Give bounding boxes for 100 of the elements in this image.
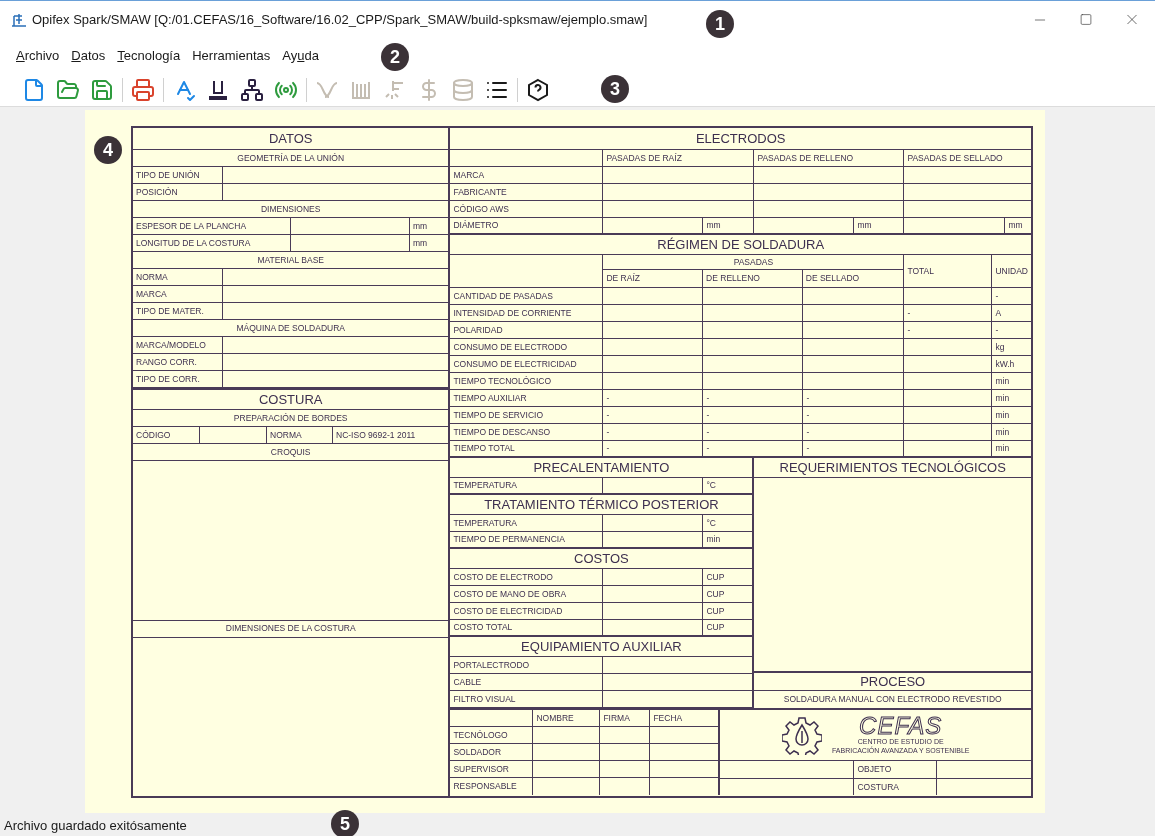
cell-value: - (606, 444, 610, 453)
app-icon (10, 11, 28, 28)
field-label: TIEMPO AUXILIAR (453, 393, 527, 403)
field-label: TIPO DE UNIÓN (136, 170, 200, 180)
unit-label: A (995, 308, 1002, 318)
field-label: MARCA/MODELO (136, 340, 206, 350)
section-title: COSTOS (574, 552, 629, 565)
unit-label: mm (413, 238, 428, 248)
status-message: Archivo guardado exitósamente (4, 816, 187, 835)
field-label: TIEMPO DE PERMANENCIA (453, 535, 565, 544)
column-header: DE RELLENO (706, 274, 760, 283)
network-icon[interactable] (240, 77, 264, 102)
unit-label: mm (706, 221, 721, 230)
field-label: TEMPERATURA (453, 518, 517, 528)
unit-label: min (995, 444, 1010, 453)
section-title: RÉGIMEN DE SOLDADURA (657, 238, 825, 251)
field-label: OBJETO (857, 765, 892, 774)
column-header: DE RAÍZ (606, 274, 640, 283)
field-label: SUPERVISOR (453, 764, 509, 774)
field-label: CANTIDAD DE PASADAS (453, 291, 553, 301)
unit-label: mm (1008, 221, 1023, 230)
section-title: TRATAMIENTO TÉRMICO POSTERIOR (484, 498, 719, 511)
unit-label: CUP (706, 606, 725, 616)
gear-logo-icon (781, 715, 822, 755)
cell-value: - (806, 393, 810, 403)
field-label: CÓDIGO (136, 430, 171, 440)
field-label: COSTO DE ELECTRICIDAD (453, 606, 563, 616)
window-title: Opifex Spark/SMAW [Q:/01.CEFAS/16_Software/16.02_CPP/Spark_SMAW/build-spksmaw/ejemplo.smaw] (32, 10, 648, 29)
unit-label: kW.h (995, 359, 1015, 369)
section-title: ELECTRODOS (695, 132, 786, 145)
open-folder-icon[interactable] (56, 77, 80, 102)
unit-label: mm (857, 221, 872, 230)
field-label: COSTURA (857, 782, 899, 791)
cell-value: - (806, 427, 810, 437)
field-label: TIEMPO TOTAL (453, 444, 515, 453)
unit-label: - (995, 291, 999, 301)
section-title: GEOMETRÍA DE LA UNIÓN (237, 153, 345, 163)
section-title: DIMENSIONES (260, 204, 321, 214)
cell-value: - (606, 393, 610, 403)
column-header: FECHA (653, 713, 683, 723)
unit-label: mm (413, 221, 428, 231)
field-label: SOLDADOR (453, 747, 502, 757)
field-label: COSTO DE MANO DE OBRA (453, 589, 567, 599)
field-label: TIPO DE MATER. (136, 306, 204, 316)
field-label: TIEMPO DE DESCANSO (453, 427, 551, 437)
field-label: TIEMPO DE SERVICIO (453, 410, 543, 420)
cell-value: - (706, 427, 710, 437)
section-title: MÁQUINA DE SOLDADURA (236, 323, 345, 333)
field-label: TIEMPO TECNOLÓGICO (453, 376, 551, 386)
field-label: CONSUMO DE ELECTRICIDAD (453, 359, 577, 369)
field-label: FABRICANTE (453, 187, 507, 197)
field-label: COSTO DE ELECTRODO (453, 572, 553, 582)
column-header: UNIDAD (995, 266, 1028, 276)
menu-item[interactable]: Archivo (10, 45, 66, 66)
field-label: TIPO DE CORR. (136, 374, 200, 384)
menu-item[interactable]: Herramientas (186, 45, 277, 66)
cell-value: - (606, 427, 610, 437)
field-label: RESPONSABLE (453, 782, 517, 791)
column-header: PASADAS DE RELLENO (757, 153, 854, 163)
column-header: DE SELLADO (805, 274, 860, 283)
help-icon[interactable] (526, 77, 550, 102)
column-header: FIRMA (603, 713, 630, 723)
cell-value: - (806, 410, 810, 420)
section-title: REQUERIMIENTOS TECNOLÓGICOS (779, 461, 1006, 474)
unit-label: min (995, 427, 1010, 437)
menu-item[interactable]: Ayuda (276, 45, 325, 66)
field-label: TEMPERATURA (453, 481, 517, 490)
field-label: COSTO TOTAL (453, 623, 513, 632)
field-label: NORMA (270, 430, 302, 440)
cell-value: - (706, 410, 710, 420)
field-label: LONGITUD DE LA COSTURA (136, 238, 251, 248)
section-title: PREPARACIÓN DE BORDES (233, 413, 348, 423)
column-header: PASADAS (733, 257, 774, 267)
cell-value: - (907, 325, 911, 335)
field-value: NC-ISO 9692-1 2011 (336, 430, 416, 440)
new-file-icon[interactable] (22, 77, 46, 102)
cell-value: - (706, 393, 710, 403)
section-title: CROQUIS (270, 447, 311, 457)
field-label: PORTALECTRODO (453, 660, 530, 670)
field-label: NORMA (136, 272, 168, 282)
unit-label: °C (706, 518, 716, 528)
field-label: FILTRO VISUAL (453, 694, 516, 704)
cell-value: - (606, 410, 610, 420)
unit-label: CUP (706, 623, 725, 632)
unit-label: CUP (706, 589, 725, 599)
field-label: CABLE (453, 677, 482, 687)
column-header: TOTAL (907, 266, 934, 276)
unit-label: °C (706, 481, 716, 490)
logo-wordmark: CEFAS (859, 714, 943, 739)
unit-label: - (995, 325, 999, 335)
printer-icon[interactable] (131, 77, 155, 102)
menu-item[interactable]: Datos (65, 45, 112, 66)
unit-label: min (995, 376, 1010, 386)
field-label: POLARIDAD (453, 325, 503, 335)
section-title: DATOS (268, 132, 313, 145)
cell-value: - (706, 444, 710, 453)
menu-item[interactable]: Tecnología (111, 45, 187, 66)
field-value: SOLDADURA MANUAL CON ELECTRODO REVESTIDO (783, 695, 1002, 704)
save-icon[interactable] (90, 77, 114, 102)
column-header: PASADAS DE RAÍZ (606, 153, 682, 163)
